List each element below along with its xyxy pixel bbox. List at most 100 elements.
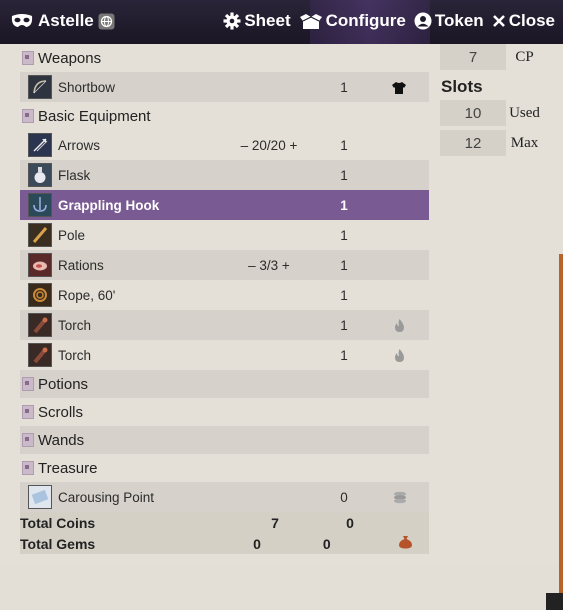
arrows-icon xyxy=(28,133,52,157)
money-bag-icon xyxy=(399,536,413,549)
total-coins-row: Total Coins 7 0 xyxy=(20,512,429,533)
item-name: Rations xyxy=(58,257,104,273)
category-wands[interactable]: Wands xyxy=(20,426,429,454)
slots-max-label: Max xyxy=(510,134,539,151)
close-button[interactable]: Close xyxy=(492,11,555,31)
fire-icon xyxy=(394,349,404,363)
grappling-hook-icon xyxy=(28,193,52,217)
item-row-rope[interactable]: Rope, 60' 1 xyxy=(20,280,429,310)
light-toggle[interactable] xyxy=(374,348,424,363)
configure-button[interactable]: Configure xyxy=(299,11,406,31)
category-icon xyxy=(22,461,34,475)
box-open-icon xyxy=(299,13,322,29)
item-name: Torch xyxy=(58,317,92,333)
category-basic-equipment[interactable]: Basic Equipment xyxy=(20,102,429,130)
bow-icon xyxy=(28,75,52,99)
side-panel: 7 CP Slots 10 Used 12 Max xyxy=(440,44,543,160)
item-row-torch[interactable]: Torch 1 xyxy=(20,340,429,370)
item-row-grappling-hook[interactable]: Grappling Hook 1 xyxy=(20,190,429,220)
slots-heading: Slots xyxy=(441,77,483,96)
token-button[interactable]: Token xyxy=(414,11,484,31)
user-circle-icon xyxy=(414,12,432,30)
category-icon xyxy=(22,109,34,123)
inventory-tab-content: Weapons Shortbow 1 Basic Equipment Arrow… xyxy=(0,44,563,610)
total-gems-row: Total Gems 0 0 xyxy=(20,533,429,554)
item-uses-stepper[interactable]: – 20/20 + xyxy=(224,138,314,153)
rations-icon xyxy=(28,253,52,277)
slots-used-row: 10 Used xyxy=(440,100,543,126)
item-count: 1 xyxy=(340,197,348,213)
window-edge xyxy=(559,254,563,610)
total-gems-weight: 0 xyxy=(322,535,331,552)
mask-icon xyxy=(11,14,33,27)
item-uses-stepper[interactable]: – 3/3 + xyxy=(224,258,314,273)
pole-icon xyxy=(28,223,52,247)
item-row-pole[interactable]: Pole 1 xyxy=(20,220,429,250)
coins-toggle[interactable] xyxy=(374,490,424,505)
slots-used-value: 10 xyxy=(440,100,506,126)
item-count: 1 xyxy=(340,287,348,303)
torch-icon xyxy=(28,313,52,337)
category-label: Wands xyxy=(38,431,85,449)
item-name: Arrows xyxy=(58,137,101,153)
ticket-icon xyxy=(28,485,52,509)
equip-toggle[interactable] xyxy=(374,79,424,94)
total-coins-value: 7 xyxy=(271,514,279,531)
gear-icon xyxy=(223,12,241,30)
resize-handle[interactable] xyxy=(546,593,563,610)
window-actions: Sheet Configure Token Close xyxy=(223,11,555,31)
category-treasure[interactable]: Treasure xyxy=(20,454,429,482)
category-label: Potions xyxy=(38,375,89,393)
item-name: Grappling Hook xyxy=(58,197,160,213)
category-weapons[interactable]: Weapons xyxy=(20,44,429,72)
close-label: Close xyxy=(508,11,555,30)
token-label: Token xyxy=(434,11,484,30)
category-label: Treasure xyxy=(38,459,98,477)
cp-row: 7 CP xyxy=(440,44,543,70)
shirt-icon xyxy=(392,81,406,94)
fire-icon xyxy=(394,319,404,333)
item-count: 1 xyxy=(340,257,348,273)
item-row-arrows[interactable]: Arrows – 20/20 + 1 xyxy=(20,130,429,160)
coins-icon xyxy=(393,492,406,504)
close-icon xyxy=(492,15,505,27)
category-label: Scrolls xyxy=(38,403,84,421)
category-potions[interactable]: Potions xyxy=(20,370,429,398)
slots-max-value[interactable]: 12 xyxy=(440,130,506,156)
window-titlebar: Astelle Sheet Configure Token Close xyxy=(0,0,563,44)
category-icon xyxy=(22,377,34,391)
item-count: 1 xyxy=(340,79,348,95)
item-count: 1 xyxy=(340,347,348,363)
slots-max-row: 12 Max xyxy=(440,130,543,156)
cp-value[interactable]: 7 xyxy=(440,44,506,70)
total-coins-label: Total Coins xyxy=(20,514,96,531)
sheet-button[interactable]: Sheet xyxy=(223,11,291,31)
inventory-list: Weapons Shortbow 1 Basic Equipment Arrow… xyxy=(20,44,429,554)
total-coins-weight: 0 xyxy=(346,514,354,531)
flask-icon xyxy=(28,163,52,187)
item-name: Flask xyxy=(58,167,91,183)
category-icon xyxy=(22,433,34,447)
window-title: Astelle xyxy=(38,11,94,30)
globe-icon[interactable] xyxy=(98,13,115,30)
category-icon xyxy=(22,405,34,419)
item-row-shortbow[interactable]: Shortbow 1 xyxy=(20,72,429,102)
category-label: Basic Equipment xyxy=(38,107,151,125)
money-bag-button[interactable] xyxy=(383,535,429,552)
item-count: 1 xyxy=(340,167,348,183)
light-toggle[interactable] xyxy=(374,318,424,333)
torch-icon xyxy=(28,343,52,367)
rope-icon xyxy=(28,283,52,307)
item-row-torch[interactable]: Torch 1 xyxy=(20,310,429,340)
item-name: Carousing Point xyxy=(58,489,155,505)
item-name: Pole xyxy=(58,227,86,243)
category-scrolls[interactable]: Scrolls xyxy=(20,398,429,426)
item-row-carousing-point[interactable]: Carousing Point 0 xyxy=(20,482,429,512)
total-gems-label: Total Gems xyxy=(20,535,96,552)
total-gems-value: 0 xyxy=(253,535,261,552)
item-row-flask[interactable]: Flask 1 xyxy=(20,160,429,190)
slots-used-label: Used xyxy=(509,104,540,121)
cp-label: CP xyxy=(515,48,534,65)
item-row-rations[interactable]: Rations – 3/3 + 1 xyxy=(20,250,429,280)
sheet-label: Sheet xyxy=(244,11,291,30)
